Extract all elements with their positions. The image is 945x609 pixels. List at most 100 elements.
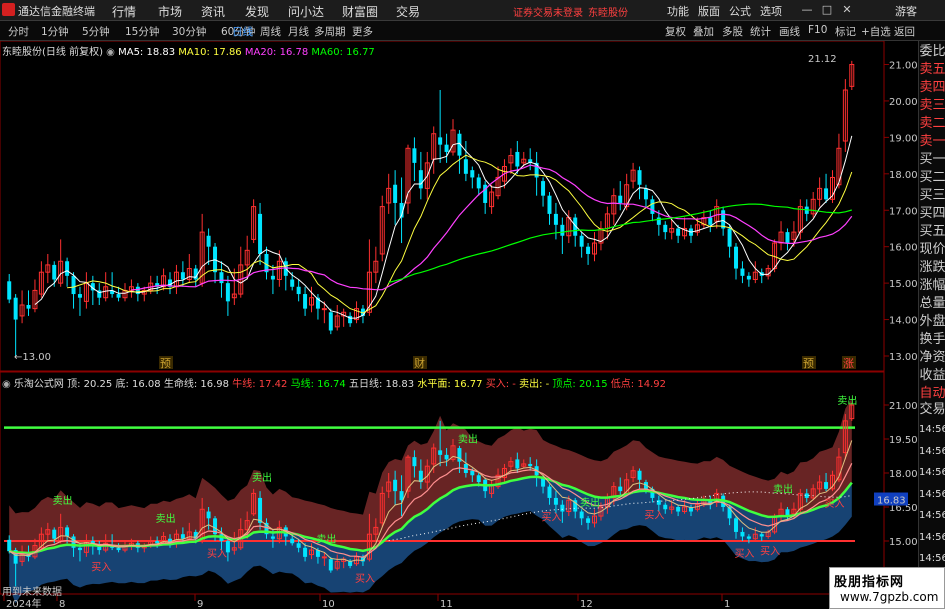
menu-discover[interactable]: 发现 bbox=[245, 3, 269, 20]
side-panel-item[interactable]: 买四 bbox=[919, 207, 945, 221]
side-panel-item[interactable]: 卖一 bbox=[919, 135, 945, 149]
side-panel-item[interactable]: 14:56 bbox=[919, 531, 945, 545]
high-annotation: 21.12 bbox=[808, 54, 837, 65]
tab-monthly[interactable]: 月线 bbox=[288, 24, 309, 39]
legend-top: 顶: 20.25 bbox=[67, 379, 113, 390]
btn-adjust[interactable]: 复权 bbox=[665, 24, 686, 39]
x-tick-label: 8 bbox=[59, 599, 65, 609]
btn-multi-stock[interactable]: 多股 bbox=[722, 24, 743, 39]
indicator-candle-body bbox=[77, 547, 82, 551]
side-panel-item[interactable]: 涨幅 bbox=[919, 279, 945, 293]
side-panel-item[interactable]: 14:56 bbox=[919, 509, 945, 523]
main-candle-body bbox=[296, 286, 301, 295]
side-panel-item[interactable]: 14:56 bbox=[919, 423, 945, 437]
indicator-candle-body bbox=[746, 536, 751, 539]
menu-ask[interactable]: 问小达 bbox=[288, 3, 324, 20]
stock-link[interactable]: 东睦股份 bbox=[588, 4, 628, 19]
main-y-tick-label: 16.00 bbox=[889, 243, 918, 254]
login-notice[interactable]: 证券交易未登录 bbox=[513, 4, 583, 19]
main-candle-body bbox=[618, 195, 623, 203]
side-panel-item[interactable]: 现价 bbox=[919, 243, 945, 257]
tab-30min[interactable]: 30分钟 bbox=[172, 24, 206, 39]
side-panel-item[interactable]: 收益 bbox=[919, 369, 945, 383]
side-panel-item[interactable]: 卖四 bbox=[919, 81, 945, 95]
tab-weekly[interactable]: 周线 bbox=[260, 24, 281, 39]
legend-buy: 买入: - bbox=[485, 379, 516, 390]
side-panel-item[interactable]: 买三 bbox=[919, 189, 945, 203]
side-panel-item[interactable]: 买五 bbox=[919, 225, 945, 239]
indicator-candle-body bbox=[393, 479, 398, 492]
tab-daily[interactable]: 日线 bbox=[232, 24, 253, 39]
side-panel-item[interactable]: 卖五 bbox=[919, 63, 945, 77]
x-tick-label: 10 bbox=[322, 599, 335, 609]
ind-y-tick-label: 21.00 bbox=[889, 401, 918, 412]
indicator-candle-body bbox=[206, 511, 211, 519]
main-y-tick-label: 15.00 bbox=[889, 279, 918, 290]
ind-y-tick-label: 15.00 bbox=[889, 537, 918, 548]
sell-signal: 卖出 bbox=[53, 494, 73, 507]
maximize-icon[interactable]: □ bbox=[820, 3, 834, 17]
menu-news[interactable]: 资讯 bbox=[201, 3, 225, 20]
btn-stats[interactable]: 统计 bbox=[750, 24, 771, 39]
side-panel-item[interactable]: 委比 bbox=[919, 45, 945, 59]
main-candle-body bbox=[727, 228, 732, 247]
sell-signal: 卖出 bbox=[458, 433, 478, 446]
btn-back[interactable]: 返回 bbox=[894, 24, 915, 39]
side-panel-item[interactable]: 自动 bbox=[919, 387, 945, 401]
side-panel-item[interactable]: 净资 bbox=[919, 351, 945, 365]
legend-toggle-icon[interactable]: ◉ bbox=[106, 47, 115, 58]
tab-intraday[interactable]: 分时 bbox=[8, 24, 29, 39]
side-panel-item[interactable]: 14:56 bbox=[919, 466, 945, 480]
tab-more[interactable]: 更多 bbox=[352, 24, 373, 39]
guest-user[interactable]: 游客 bbox=[895, 3, 917, 19]
close-icon[interactable]: ✕ bbox=[840, 3, 854, 17]
side-panel-item[interactable]: 换手 bbox=[919, 333, 945, 347]
minimize-icon[interactable]: — bbox=[800, 3, 814, 17]
main-candle-body bbox=[52, 264, 57, 280]
side-panel-item[interactable]: 外盘 bbox=[919, 315, 945, 329]
side-panel-item[interactable]: 涨跌 bbox=[919, 261, 945, 275]
main-y-tick-label: 21.00 bbox=[889, 61, 918, 72]
indicator-candle-body bbox=[321, 556, 327, 559]
side-panel-item[interactable]: 卖三 bbox=[919, 99, 945, 113]
main-y-tick-label: 19.00 bbox=[889, 133, 918, 144]
low-annotation: ←13.00 bbox=[14, 352, 51, 363]
side-panel-item[interactable]: 交易 bbox=[919, 403, 945, 417]
kline-chart[interactable]: 21.00 20.00 19.00 18.00 17.00 16.00 15.00 14.00… bbox=[0, 41, 918, 609]
menu-options[interactable]: 选项 bbox=[760, 3, 782, 19]
btn-add-favorite[interactable]: +自选 bbox=[861, 24, 891, 39]
tab-15min[interactable]: 15分钟 bbox=[125, 24, 159, 39]
btn-overlay[interactable]: 叠加 bbox=[693, 24, 714, 39]
menu-quotes[interactable]: 行情 bbox=[112, 3, 136, 20]
side-panel-item[interactable]: 14:56 bbox=[919, 445, 945, 459]
menu-formula[interactable]: 公式 bbox=[729, 3, 751, 19]
tab-5min[interactable]: 5分钟 bbox=[82, 24, 110, 39]
side-panel-item[interactable]: 买二 bbox=[919, 171, 945, 185]
side-panel-item[interactable]: 14:56 bbox=[919, 488, 945, 502]
stock-title: 东睦股份(日线 前复权) bbox=[2, 47, 103, 58]
legend-five-day: 五日线: 18.83 bbox=[348, 379, 415, 390]
tab-1min[interactable]: 1分钟 bbox=[41, 24, 69, 39]
main-y-tick-label: 20.00 bbox=[889, 97, 918, 108]
menu-market[interactable]: 市场 bbox=[158, 3, 182, 20]
side-panel-item[interactable]: 买一 bbox=[919, 153, 945, 167]
main-candle-body bbox=[180, 272, 185, 280]
side-panel-item[interactable]: 卖二 bbox=[919, 117, 945, 131]
indicator-candle-body bbox=[270, 536, 275, 539]
menu-layout[interactable]: 版面 bbox=[698, 3, 720, 19]
btn-f10[interactable]: F10 bbox=[808, 24, 827, 36]
buy-signal: 买入 bbox=[207, 548, 227, 560]
tab-multi-period[interactable]: 多周期 bbox=[314, 24, 346, 39]
indicator-toggle-icon[interactable]: ◉ bbox=[2, 379, 11, 390]
main-candle-body bbox=[515, 151, 520, 167]
indicator-candle-body bbox=[618, 486, 623, 492]
menu-trade[interactable]: 交易 bbox=[396, 3, 420, 20]
legend-level: 水平面: 16.77 bbox=[417, 379, 483, 390]
side-panel-item[interactable]: 总量 bbox=[919, 297, 945, 311]
btn-draw[interactable]: 画线 bbox=[779, 24, 800, 39]
menu-wealth[interactable]: 财富圈 bbox=[342, 3, 378, 20]
main-candle-body bbox=[547, 195, 552, 214]
menu-function[interactable]: 功能 bbox=[667, 3, 689, 19]
side-panel-item[interactable]: 14:56 bbox=[919, 552, 945, 566]
btn-mark[interactable]: 标记 bbox=[835, 24, 856, 39]
